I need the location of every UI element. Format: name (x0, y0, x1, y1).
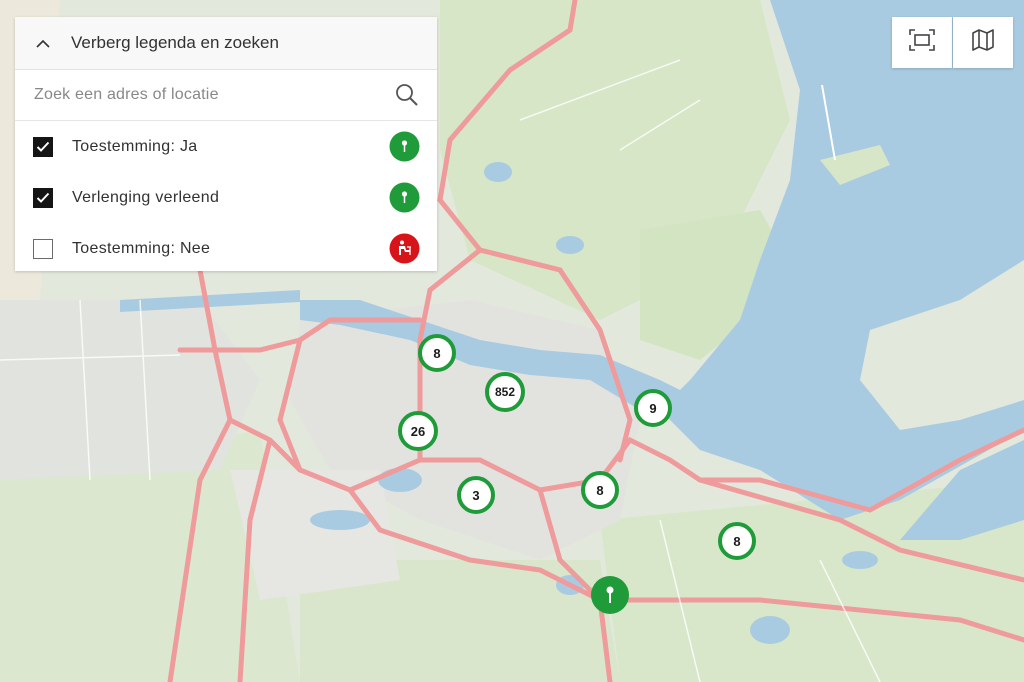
checkbox-toestemming-nee[interactable] (33, 238, 53, 259)
basemap-button[interactable] (953, 17, 1013, 68)
cluster-marker[interactable]: 8 (418, 334, 456, 372)
lake-north-2 (556, 236, 584, 254)
legend-item-toestemming-ja[interactable]: Toestemming: Ja (15, 121, 437, 172)
cluster-marker[interactable]: 8 (718, 522, 756, 560)
cluster-marker[interactable]: 852 (485, 372, 525, 412)
legend-label: Verlenging verleend (72, 188, 220, 206)
checkbox-toestemming-ja[interactable] (33, 136, 53, 157)
checkbox-verlenging-verleend[interactable] (33, 187, 53, 208)
person-icon (389, 233, 420, 264)
lake-sloterplas (378, 468, 422, 492)
pin-icon (389, 182, 420, 213)
lake-southeast-2 (842, 551, 878, 569)
pin-icon (389, 131, 420, 162)
legend-label: Toestemming: Nee (72, 239, 211, 257)
lake-southeast (750, 616, 790, 644)
legend-toggle-label: Verberg legenda en zoeken (71, 33, 279, 52)
cluster-marker[interactable]: 3 (457, 476, 495, 514)
legend-toggle-header[interactable]: Verberg legenda en zoeken (15, 17, 437, 70)
legend-label: Toestemming: Ja (72, 137, 198, 155)
fullscreen-button[interactable] (892, 17, 952, 68)
cluster-marker[interactable]: 9 (634, 389, 672, 427)
search-input[interactable] (32, 74, 376, 116)
lake-nieuwe-meer (310, 510, 370, 530)
search-row (15, 70, 437, 121)
legend-item-verlenging-verleend[interactable]: Verlenging verleend (15, 172, 437, 223)
location-pin-marker[interactable] (590, 575, 630, 615)
search-icon[interactable] (395, 83, 419, 107)
fullscreen-icon (909, 29, 935, 56)
chevron-up-icon[interactable] (15, 39, 71, 48)
pin-icon (591, 576, 629, 614)
legend-item-toestemming-nee[interactable]: Toestemming: Nee (15, 223, 437, 274)
map-icon (972, 29, 994, 56)
cluster-marker[interactable]: 8 (581, 471, 619, 509)
legend-panel: Verberg legenda en zoeken Toestemming: J… (15, 17, 437, 271)
lake-north (484, 162, 512, 182)
cluster-marker[interactable]: 26 (398, 411, 438, 451)
